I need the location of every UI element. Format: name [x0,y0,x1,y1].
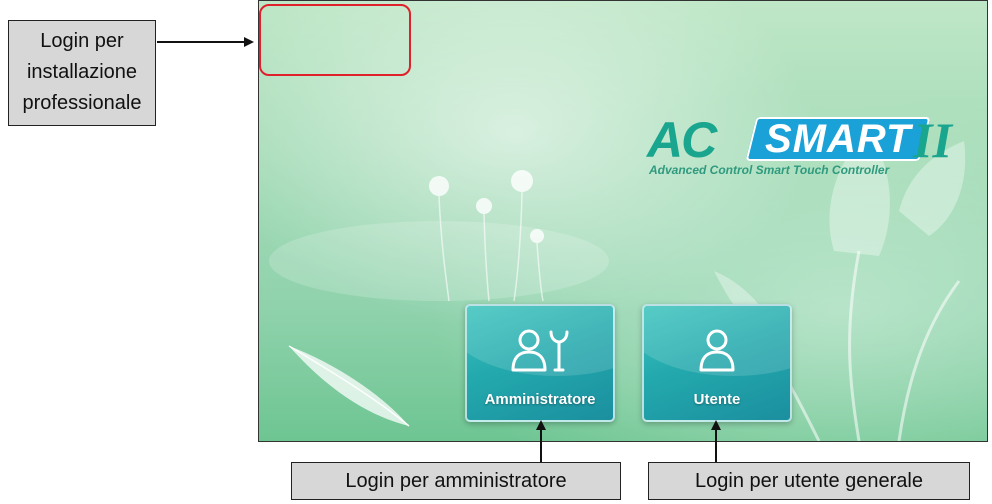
installer-login-zone[interactable] [259,4,411,76]
callout-admin-login: Login per amministratore [291,462,621,500]
admin-login-label: Amministratore [484,391,596,408]
user-login-button[interactable]: Utente [642,304,792,422]
logo-version-text: II [913,112,952,168]
logo-smart-text: SMART [765,117,912,161]
callout-installer-line-1: Login per [40,30,124,52]
user-login-label: Utente [693,391,741,408]
callout-installer-line-3: professionale [22,92,142,114]
callout-installer-login: Login per installazione professionale [8,20,156,126]
admin-login-button[interactable]: Amministratore [465,304,615,422]
user-icon [699,329,735,372]
callout-user-login: Login per utente generale [648,462,970,500]
logo-ac-text: AC [647,112,717,168]
admin-user-wrench-icon [511,329,569,372]
callout-installer-line-2: installazione [26,61,138,83]
logo-tagline: Advanced Control Smart Touch Controller [649,163,890,177]
ac-smart-logo: AC SMART II Advanced Control Smart Touch… [647,113,977,183]
touch-screen: AC SMART II Advanced Control Smart Touch… [258,0,988,442]
logo-smart-badge: SMART [745,117,931,161]
